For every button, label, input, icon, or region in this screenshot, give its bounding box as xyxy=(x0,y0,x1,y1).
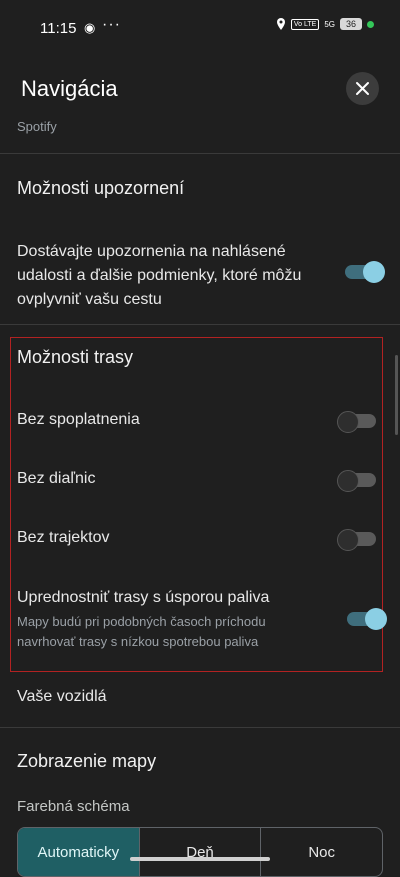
toggle-knob xyxy=(365,608,387,630)
avoid-tolls-toggle[interactable] xyxy=(337,411,376,433)
more-notifications-icon: ··· xyxy=(102,16,121,33)
privacy-dot-icon xyxy=(367,20,374,28)
map-display-title: Zobrazenie mapy xyxy=(17,751,157,771)
toggle-knob xyxy=(337,470,359,492)
status-time: 11:15 xyxy=(40,20,77,37)
divider xyxy=(0,153,400,154)
fuel-efficient-toggle[interactable] xyxy=(347,608,387,630)
close-button[interactable] xyxy=(346,72,379,105)
your-vehicles-item[interactable]: Vaše vozidlá xyxy=(17,688,107,706)
avoid-tolls-label: Bez spoplatnenia xyxy=(17,411,140,428)
close-icon xyxy=(356,82,369,95)
route-options-title: Možnosti trasy xyxy=(17,347,134,367)
color-scheme-selector: Automaticky Deň Noc xyxy=(17,827,383,877)
avoid-ferries-toggle[interactable] xyxy=(337,529,376,551)
toggle-knob xyxy=(337,529,359,551)
home-indicator[interactable] xyxy=(130,857,270,861)
divider xyxy=(0,324,400,325)
page-title: Navigácia xyxy=(21,76,118,101)
avoid-highways-toggle[interactable] xyxy=(337,470,376,492)
status-bar: 11:15 ◉ ··· Vo LTE 5G 36 xyxy=(0,0,400,56)
divider xyxy=(0,727,400,728)
toggle-knob xyxy=(363,261,385,283)
notifications-toggle[interactable] xyxy=(345,261,385,283)
chat-icon: ◉ xyxy=(84,20,96,35)
battery-icon: 36 xyxy=(340,18,362,30)
status-icons: Vo LTE 5G 36 xyxy=(276,18,374,30)
fuel-efficient-description: Mapy budú pri podobných časoch príchodu … xyxy=(17,614,266,649)
network-type: 5G xyxy=(324,19,335,29)
volte-icon: Vo LTE xyxy=(290,18,320,30)
notifications-description: Dostávajte upozornenia na nahlásené udal… xyxy=(17,243,302,308)
signal-icon: 5G xyxy=(324,20,335,29)
color-scheme-label: Farebná schéma xyxy=(17,798,130,815)
fuel-efficient-label: Uprednostniť trasy s úsporou paliva xyxy=(17,589,270,606)
notifications-section-title: Možnosti upozornení xyxy=(17,178,185,198)
spotify-label[interactable]: Spotify xyxy=(17,119,57,134)
avoid-ferries-label: Bez trajektov xyxy=(17,529,110,546)
scrollbar[interactable] xyxy=(395,355,398,435)
location-icon xyxy=(276,18,285,30)
avoid-highways-label: Bez diaľnic xyxy=(17,470,96,487)
toggle-knob xyxy=(337,411,359,433)
